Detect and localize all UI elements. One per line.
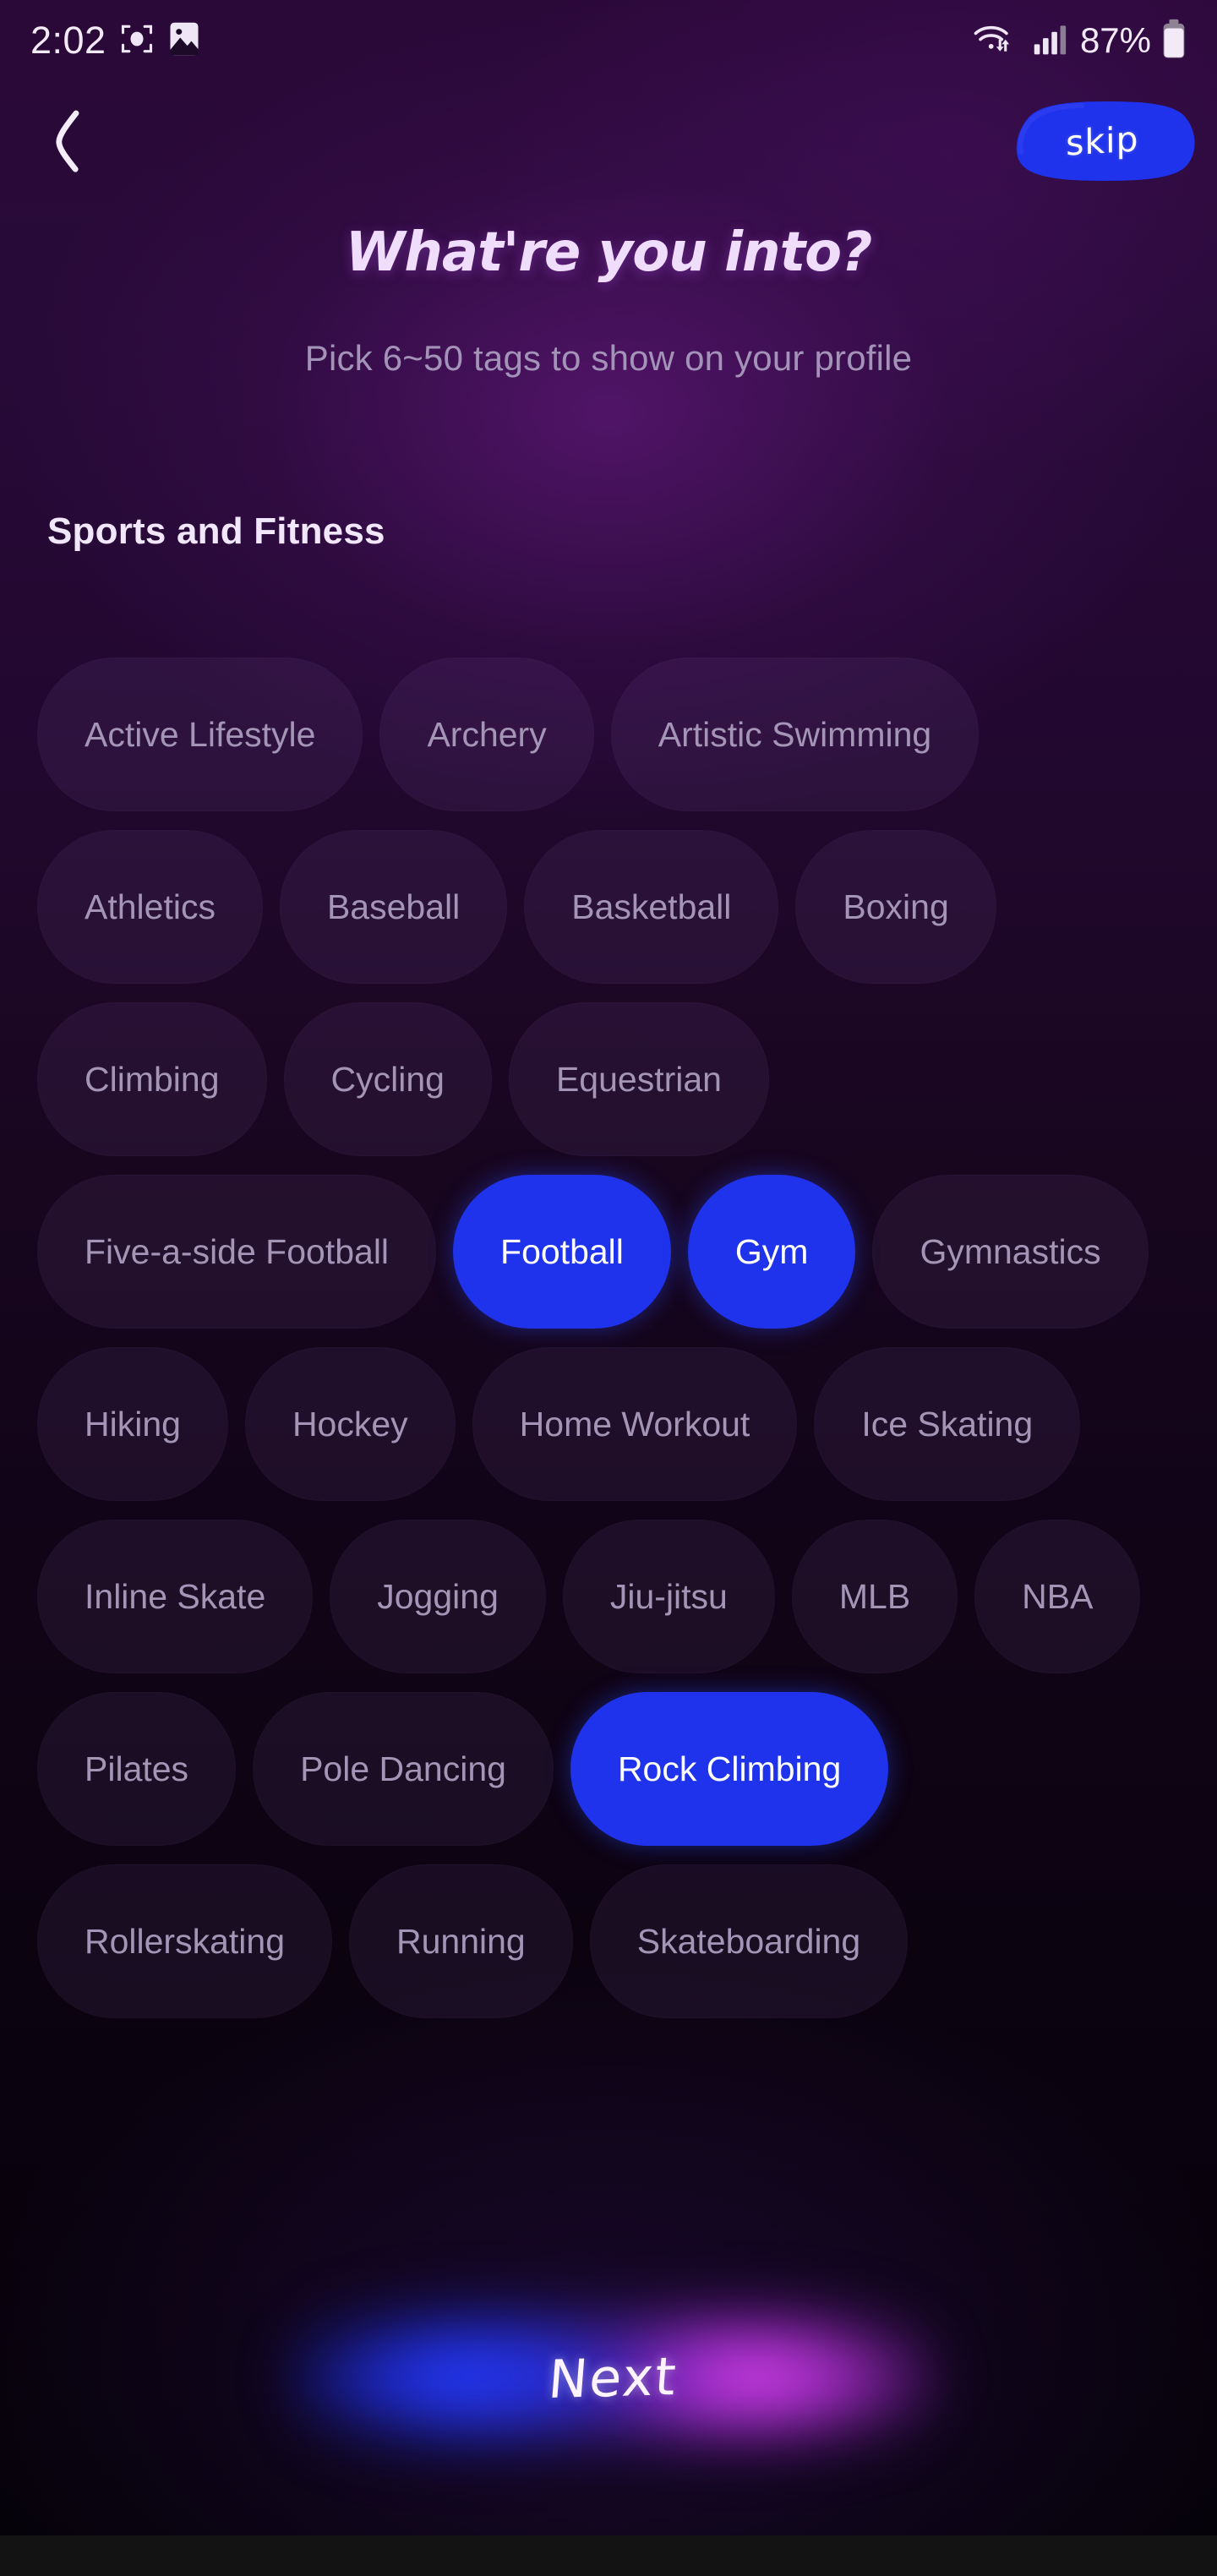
screen-capture-icon	[118, 20, 156, 62]
app-header: skip	[0, 91, 1217, 184]
tag-pill[interactable]: Skateboarding	[589, 1864, 909, 2018]
tag-pill[interactable]: Hiking	[37, 1347, 228, 1501]
tag-pill-label: Athletics	[85, 887, 216, 926]
tag-pill-label: Gym	[734, 1231, 809, 1271]
gallery-image-icon	[167, 20, 201, 62]
tag-pill-label: Hiking	[85, 1404, 181, 1444]
page-subtitle: Pick 6~50 tags to show on your profile	[304, 338, 913, 378]
tag-pill-label: Active Lifestyle	[85, 714, 316, 754]
tag-pill[interactable]: Rock Climbing	[570, 1692, 889, 1846]
section-title-sports-and-fitness: Sports and Fitness	[47, 510, 385, 552]
tag-pill[interactable]: Active Lifestyle	[37, 658, 363, 811]
tag-pill-label: Home Workout	[519, 1404, 750, 1444]
tag-pill-label: Hockey	[292, 1404, 408, 1444]
wifi-icon	[972, 19, 1021, 63]
page-title: What're you into?	[345, 221, 873, 284]
tag-pill-label: Basketball	[571, 887, 732, 926]
tag-pill-label: Inline Skate	[85, 1576, 266, 1616]
tag-pill[interactable]: Baseball	[279, 830, 508, 984]
skip-button[interactable]: skip	[1004, 100, 1200, 183]
tag-pill[interactable]: Football	[453, 1175, 671, 1329]
tag-pill[interactable]: Rollerskating	[37, 1864, 332, 2018]
battery-percent-label: 87%	[1079, 20, 1151, 60]
tag-pill-label: Football	[500, 1231, 624, 1271]
tag-pill[interactable]: Jogging	[330, 1520, 546, 1673]
next-button[interactable]: Next	[279, 2272, 947, 2483]
tag-pill-label: Jiu-jitsu	[609, 1576, 728, 1616]
battery-icon	[1161, 19, 1187, 63]
tag-pill-label: Boxing	[843, 887, 949, 926]
tag-pill[interactable]: Home Workout	[472, 1347, 798, 1501]
tag-pill[interactable]: Pilates	[37, 1692, 237, 1846]
tag-pill[interactable]: Inline Skate	[37, 1520, 314, 1673]
tag-grid: Active Lifestyle Archery Artistic Swimming…	[37, 658, 1183, 2018]
tag-pill-label: Ice Skating	[861, 1404, 1034, 1444]
tag-pill-label: Rock Climbing	[617, 1749, 842, 1788]
tag-pill-label: Equestrian	[555, 1059, 722, 1099]
tag-pill[interactable]: Gym	[687, 1175, 856, 1329]
tag-pill-label: Gymnastics	[920, 1231, 1101, 1271]
tag-pill[interactable]: Jiu-jitsu	[562, 1520, 775, 1673]
tag-pill-label: Cycling	[330, 1059, 445, 1099]
tag-pill-label: Archery	[427, 714, 547, 754]
tag-pill[interactable]: Archery	[379, 658, 594, 811]
system-navigation-bar	[0, 2535, 1217, 2576]
status-bar-left: 2:02	[30, 19, 201, 63]
tag-pill[interactable]: Gymnastics	[872, 1175, 1149, 1329]
tag-pill[interactable]: Boxing	[795, 830, 996, 984]
tag-pill-label: Pilates	[85, 1749, 189, 1788]
tag-pill[interactable]: MLB	[791, 1520, 958, 1673]
tag-pill-label: Jogging	[377, 1576, 499, 1616]
tag-pill-label: Artistic Swimming	[658, 714, 932, 754]
tag-pill[interactable]: Athletics	[37, 830, 263, 984]
status-bar-right: 87%	[972, 19, 1187, 63]
tag-pill[interactable]: Ice Skating	[814, 1347, 1081, 1501]
tag-pill[interactable]: NBA	[974, 1520, 1141, 1673]
tag-pill[interactable]: Climbing	[37, 1002, 267, 1156]
tag-pill[interactable]: Five-a-side Football	[37, 1175, 437, 1329]
tag-pill-label: Skateboarding	[636, 1921, 861, 1961]
back-chevron-icon	[43, 109, 87, 177]
tag-pill-label: MLB	[838, 1576, 911, 1616]
tag-pill[interactable]: Basketball	[524, 830, 779, 984]
app-screen: 2:02 87% skip What're you into? Pick 6~5…	[0, 0, 1217, 2576]
back-button[interactable]	[29, 106, 101, 179]
tag-pill[interactable]: Pole Dancing	[253, 1692, 554, 1846]
tag-pill-label: NBA	[1022, 1576, 1094, 1616]
tag-pill-label: Running	[396, 1921, 526, 1961]
cellular-signal-icon	[1031, 20, 1070, 62]
tag-pill-label: Rollerskating	[85, 1921, 285, 1961]
tag-pill[interactable]: Running	[349, 1864, 573, 2018]
tag-pill-label: Pole Dancing	[300, 1749, 506, 1788]
tag-pill-label: Five-a-side Football	[85, 1231, 390, 1271]
tag-pill[interactable]: Equestrian	[508, 1002, 769, 1156]
tag-pill[interactable]: Cycling	[283, 1002, 492, 1156]
status-time: 2:02	[30, 19, 106, 62]
next-button-label: Next	[545, 2344, 680, 2410]
skip-button-label: skip	[1065, 118, 1139, 164]
status-bar: 2:02 87%	[0, 0, 1217, 81]
tag-pill-label: Climbing	[85, 1059, 220, 1099]
tag-pill[interactable]: Artistic Swimming	[610, 658, 980, 811]
tag-pill[interactable]: Hockey	[244, 1347, 456, 1501]
tag-pill-label: Baseball	[326, 887, 461, 926]
